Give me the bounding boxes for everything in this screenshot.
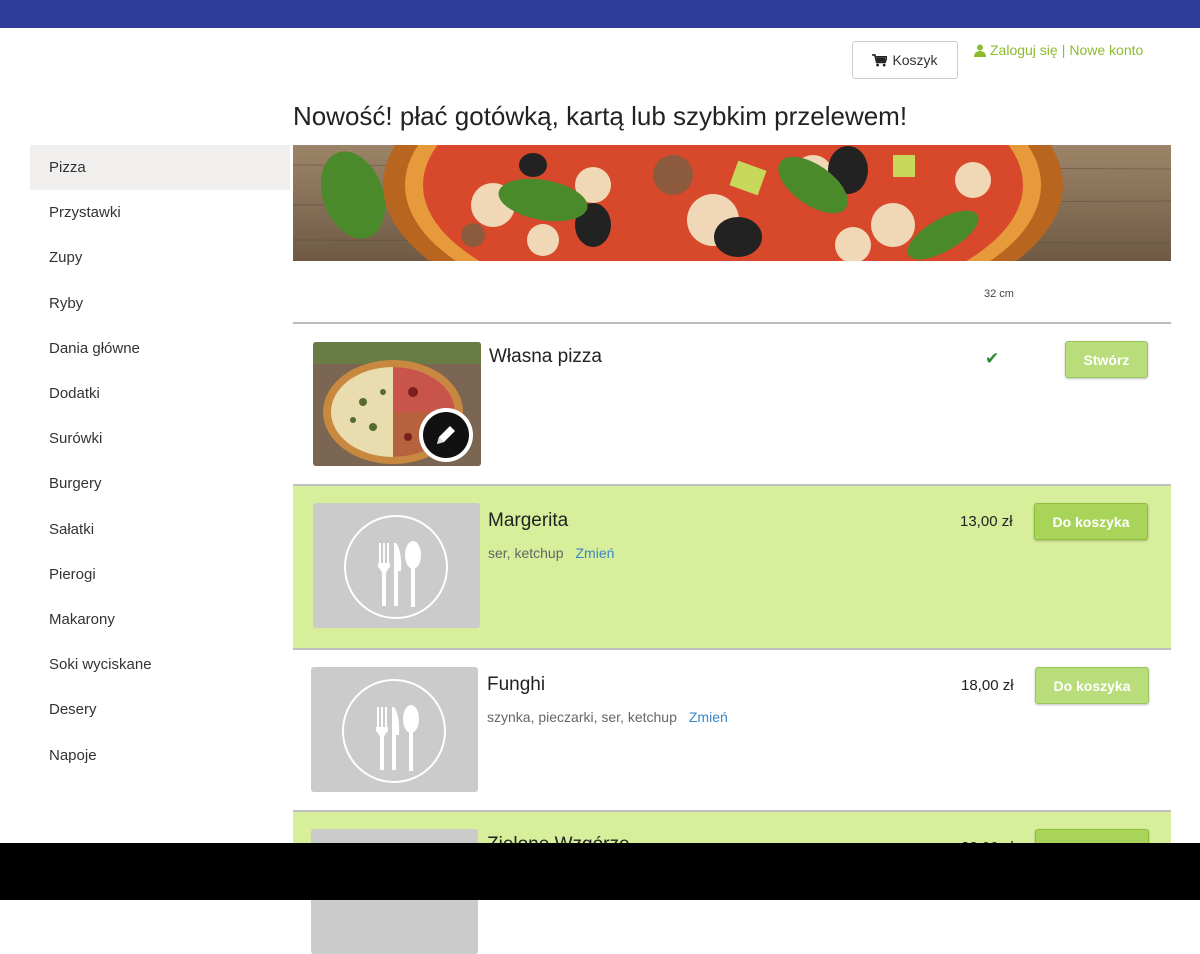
menu-item-row: Margerita ser, ketchup Zmień 13,00 zł Do … [293, 484, 1171, 648]
sidebar-item-burgery[interactable]: Burgery [30, 461, 290, 506]
menu-item-row: Funghi szynka, pieczarki, ser, ketchup Zm… [293, 648, 1171, 810]
placeholder-image [313, 503, 480, 628]
size-column-label: 32 cm [984, 288, 1014, 300]
top-bar [0, 0, 1200, 28]
cart-icon [872, 53, 888, 67]
add-to-cart-button[interactable]: Do koszyka [1034, 503, 1148, 540]
change-link[interactable]: Zmień [576, 545, 615, 561]
login-link[interactable]: Zaloguj się [990, 42, 1058, 58]
dish-description: szynka, pieczarki, ser, ketchup Zmień [487, 709, 728, 725]
dish-price: 18,00 zł [961, 677, 1014, 694]
create-pizza-button[interactable]: Stwórz [1065, 341, 1148, 378]
sidebar-item-pizza[interactable]: Pizza [30, 145, 290, 191]
sidebar-item-napoje[interactable]: Napoje [30, 732, 290, 777]
sidebar-item-przystawki[interactable]: Przystawki [30, 190, 290, 235]
sidebar-item-surowki[interactable]: Surówki [30, 416, 290, 461]
dish-name: Margerita [488, 510, 569, 531]
sidebar-item-ryby[interactable]: Ryby [30, 281, 290, 326]
placeholder-image [311, 667, 478, 792]
custom-pizza-name: Własna pizza [489, 346, 602, 367]
user-icon [974, 44, 986, 57]
sidebar-item-zupy[interactable]: Zupy [30, 235, 290, 280]
promo-banner-text: Nowość! płać gotówką, kartą lub szybkim … [292, 101, 908, 131]
add-to-cart-button[interactable]: Do koszyka [1035, 667, 1149, 704]
bottom-bar [0, 843, 1200, 900]
sidebar-item-salatki[interactable]: Sałatki [30, 507, 290, 552]
sidebar-item-dodatki[interactable]: Dodatki [30, 371, 290, 416]
cart-button[interactable]: Koszyk [852, 41, 958, 79]
cart-label: Koszyk [892, 52, 938, 68]
dish-description: ser, ketchup Zmień [488, 545, 614, 561]
register-link[interactable]: Nowe konto [1069, 42, 1143, 58]
sidebar-item-desery[interactable]: Desery [30, 687, 290, 732]
sidebar-item-pierogi[interactable]: Pierogi [30, 552, 290, 597]
dish-ingredients: ser, ketchup [488, 545, 564, 561]
sidebar-item-makarony[interactable]: Makarony [30, 597, 290, 642]
check-icon: ✔ [985, 349, 1000, 368]
pencil-icon [423, 412, 469, 458]
dish-ingredients: szynka, pieczarki, ser, ketchup [487, 709, 677, 725]
cutlery-icon [344, 515, 448, 619]
dish-price: 13,00 zł [960, 513, 1013, 530]
auth-links: Zaloguj się | Nowe konto [974, 42, 1143, 58]
category-sidebar: Pizza Przystawki Zupy Ryby Dania główne … [30, 145, 290, 778]
edit-pizza-button[interactable] [419, 408, 473, 462]
change-link[interactable]: Zmień [689, 709, 728, 725]
sidebar-item-dania-glowne[interactable]: Dania główne [30, 326, 290, 371]
dish-name: Funghi [487, 674, 546, 695]
auth-separator: | [1061, 42, 1066, 58]
sidebar-item-soki-wyciskane[interactable]: Soki wyciskane [30, 642, 290, 687]
cutlery-icon [342, 679, 446, 783]
custom-pizza-row: Własna pizza ✔ Stwórz [293, 324, 1171, 484]
pizza-banner-image [293, 145, 1171, 261]
